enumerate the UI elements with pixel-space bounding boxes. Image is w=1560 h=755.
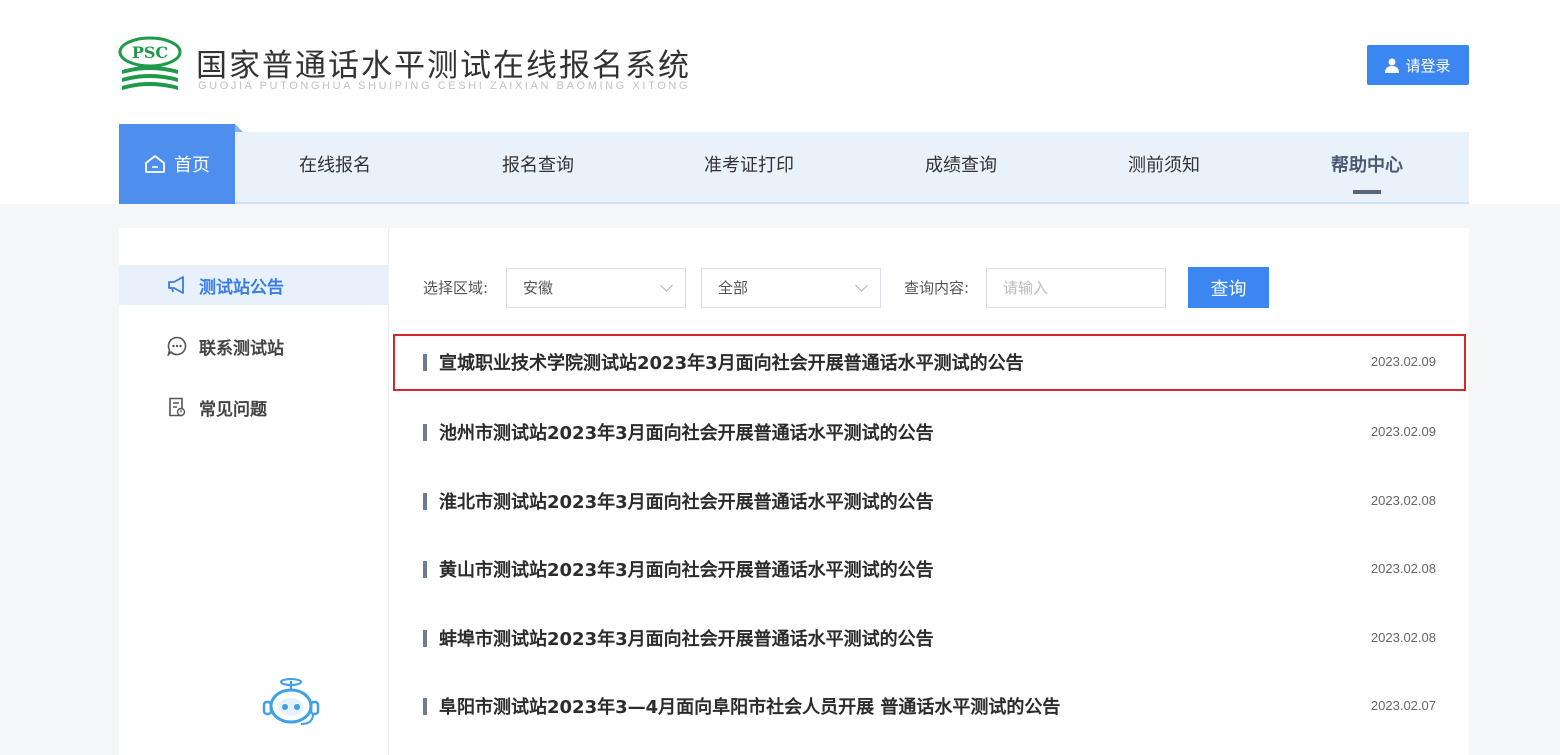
chevron-down-icon bbox=[660, 279, 673, 292]
notice-title[interactable]: 蚌埠市测试站2023年3月面向社会开展普通话水平测试的公告 bbox=[439, 625, 934, 651]
login-label: 请登录 bbox=[1405, 56, 1451, 75]
notice-date: 2023.02.09 bbox=[1370, 424, 1436, 439]
notice-title[interactable]: 淮北市测试站2023年3月面向社会开展普通话水平测试的公告 bbox=[439, 488, 934, 514]
notice-item[interactable]: 宣城职业技术学院测试站2023年3月面向社会开展普通话水平测试的公告 2023.… bbox=[393, 334, 1466, 391]
notice-item[interactable]: 淮北市测试站2023年3月面向社会开展普通话水平测试的公告 2023.02.08 bbox=[393, 473, 1466, 530]
notice-marker bbox=[423, 698, 427, 715]
megaphone-icon bbox=[168, 276, 184, 294]
sidebar-item-label: 测试站公告 bbox=[199, 277, 284, 298]
site-title: 国家普通话水平测试在线报名系统 bbox=[196, 48, 691, 84]
notice-item[interactable]: 阜阳市测试站2023年3—4月面向阜阳市社会人员开展 普通话水平测试的公告 20… bbox=[393, 678, 1466, 735]
notice-date: 2023.02.08 bbox=[1370, 561, 1436, 576]
notice-title[interactable]: 阜阳市测试站2023年3—4月面向阜阳市社会人员开展 普通话水平测试的公告 bbox=[439, 693, 1060, 719]
notice-date: 2023.02.08 bbox=[1370, 493, 1436, 508]
nav-admission-ticket-print[interactable]: 准考证打印 bbox=[704, 132, 794, 204]
svg-text:PSC: PSC bbox=[132, 43, 168, 62]
document-question-icon bbox=[169, 397, 186, 417]
main-nav: 首页 在线报名 报名查询 准考证打印 成绩查询 测前须知 帮助中心 bbox=[119, 124, 1469, 204]
sidebar-item-station-notices[interactable]: 测试站公告 bbox=[119, 265, 389, 305]
main-content: 测试站公告 联系测试站 常见问题 选择区域: 安徽 全部 查询内容: 请输入 查… bbox=[119, 228, 1469, 755]
nav-score-query[interactable]: 成绩查询 bbox=[925, 132, 997, 204]
chat-icon bbox=[167, 336, 187, 356]
header: PSC 国家普通话水平测试在线报名系统 GUOJIA PUTONGHUA SHU… bbox=[0, 0, 1560, 204]
notice-item[interactable]: 黄山市测试站2023年3月面向社会开展普通话水平测试的公告 2023.02.08 bbox=[393, 541, 1466, 598]
customer-service-robot-icon[interactable] bbox=[261, 678, 321, 730]
sidebar-item-label: 联系测试站 bbox=[199, 338, 284, 359]
category-select[interactable]: 全部 bbox=[701, 268, 881, 308]
notice-date: 2023.02.08 bbox=[1370, 630, 1436, 645]
login-button[interactable]: 请登录 bbox=[1367, 45, 1469, 85]
nav-online-registration[interactable]: 在线报名 bbox=[299, 132, 371, 204]
notice-marker bbox=[423, 354, 427, 371]
nav-help-center[interactable]: 帮助中心 bbox=[1331, 132, 1403, 204]
region-select[interactable]: 安徽 bbox=[506, 268, 686, 308]
category-value: 全部 bbox=[718, 279, 749, 297]
notice-title[interactable]: 池州市测试站2023年3月面向社会开展普通话水平测试的公告 bbox=[439, 419, 934, 445]
region-label: 选择区域: bbox=[423, 279, 489, 297]
psc-logo-icon: PSC bbox=[118, 36, 182, 90]
active-indicator bbox=[1353, 190, 1381, 194]
notice-marker bbox=[423, 561, 427, 578]
nav-registration-query[interactable]: 报名查询 bbox=[502, 132, 574, 204]
nav-pre-test-notice[interactable]: 测前须知 bbox=[1128, 132, 1200, 204]
query-label: 查询内容: bbox=[904, 279, 970, 297]
home-icon bbox=[145, 155, 165, 173]
sidebar: 测试站公告 联系测试站 常见问题 bbox=[119, 228, 389, 755]
notice-item[interactable]: 池州市测试站2023年3月面向社会开展普通话水平测试的公告 2023.02.09 bbox=[393, 404, 1466, 461]
notice-date: 2023.02.07 bbox=[1370, 698, 1436, 713]
nav-help-center-label: 帮助中心 bbox=[1331, 155, 1403, 176]
sidebar-item-contact-station[interactable]: 联系测试站 bbox=[119, 326, 389, 366]
query-button[interactable]: 查询 bbox=[1188, 267, 1269, 308]
notice-title[interactable]: 宣城职业技术学院测试站2023年3月面向社会开展普通话水平测试的公告 bbox=[439, 349, 1024, 375]
notice-title[interactable]: 黄山市测试站2023年3月面向社会开展普通话水平测试的公告 bbox=[439, 556, 934, 582]
nav-home-label: 首页 bbox=[174, 155, 210, 176]
notice-marker bbox=[423, 493, 427, 510]
notice-item[interactable]: 蚌埠市测试站2023年3月面向社会开展普通话水平测试的公告 2023.02.08 bbox=[393, 610, 1466, 667]
filter-bar: 选择区域: 安徽 全部 查询内容: 查询 bbox=[423, 267, 1323, 308]
region-value: 安徽 bbox=[523, 279, 554, 297]
sidebar-item-faq[interactable]: 常见问题 bbox=[119, 387, 389, 427]
site-subtitle: GUOJIA PUTONGHUA SHUIPING CESHI ZAIXIAN … bbox=[198, 80, 691, 92]
notice-marker bbox=[423, 630, 427, 647]
notice-marker bbox=[423, 424, 427, 441]
chevron-down-icon bbox=[855, 279, 868, 292]
query-input[interactable] bbox=[986, 268, 1166, 308]
notice-date: 2023.02.09 bbox=[1370, 354, 1436, 369]
site-logo[interactable]: PSC 国家普通话水平测试在线报名系统 GUOJIA PUTONGHUA SHU… bbox=[118, 34, 718, 100]
sidebar-item-label: 常见问题 bbox=[199, 399, 267, 420]
user-icon bbox=[1385, 58, 1400, 73]
nav-home[interactable]: 首页 bbox=[119, 124, 243, 204]
